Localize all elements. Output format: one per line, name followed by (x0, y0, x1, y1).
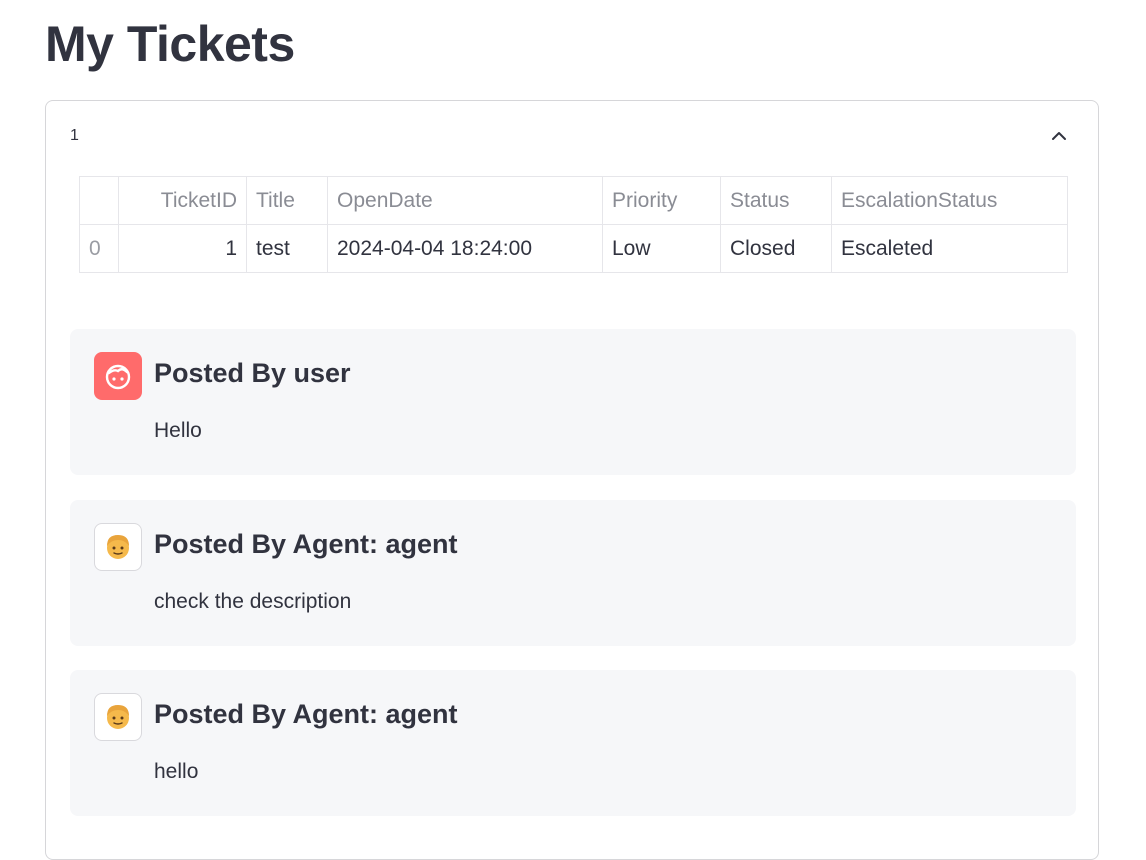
cell-ticketid[interactable]: 1 (118, 224, 247, 273)
message-body: Hello (154, 419, 202, 442)
tickets-table: TicketID Title OpenDate Priority Status … (79, 176, 1068, 273)
expander-label: 1 (70, 127, 79, 144)
chevron-up-icon[interactable] (1050, 127, 1068, 145)
page-title: My Tickets (45, 16, 295, 72)
user-avatar (94, 352, 142, 400)
cell-escalationstatus[interactable]: Escaleted (831, 224, 1068, 273)
message-title: Posted By Agent: agent (154, 529, 458, 559)
table-row: 0 1 test 2024-04-04 18:24:00 Low Closed … (79, 224, 1068, 273)
agent-avatar (94, 523, 142, 571)
chat-message: Posted By Agent: agent check the descrip… (70, 500, 1076, 646)
table-header-row: TicketID Title OpenDate Priority Status … (79, 176, 1068, 225)
message-title: Posted By Agent: agent (154, 699, 458, 729)
column-header-priority[interactable]: Priority (602, 176, 721, 225)
message-body: check the description (154, 590, 352, 613)
cell-status[interactable]: Closed (720, 224, 832, 273)
row-index[interactable]: 0 (79, 224, 119, 273)
cell-title[interactable]: test (246, 224, 328, 273)
message-title: Posted By user (154, 358, 351, 388)
column-header-index[interactable] (79, 176, 119, 225)
cell-opendate[interactable]: 2024-04-04 18:24:00 (327, 224, 603, 273)
older-person-emoji-icon (107, 705, 129, 729)
expander-header[interactable]: 1 (46, 101, 1098, 171)
column-header-ticketid[interactable]: TicketID (118, 176, 247, 225)
ticket-expander: 1 TicketID Title OpenDate Priority Statu… (45, 100, 1099, 860)
column-header-title[interactable]: Title (246, 176, 328, 225)
cell-priority[interactable]: Low (602, 224, 721, 273)
user-face-icon (105, 364, 131, 390)
older-person-emoji-icon (107, 535, 129, 559)
agent-avatar (94, 693, 142, 741)
column-header-opendate[interactable]: OpenDate (327, 176, 603, 225)
message-body: hello (154, 760, 199, 783)
column-header-escalationstatus[interactable]: EscalationStatus (831, 176, 1068, 225)
column-header-status[interactable]: Status (720, 176, 832, 225)
chat-message: Posted By user Hello (70, 329, 1076, 475)
chat-message: Posted By Agent: agent hello (70, 670, 1076, 816)
